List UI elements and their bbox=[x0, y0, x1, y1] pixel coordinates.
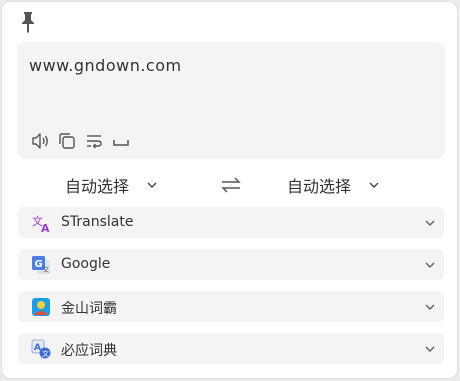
chevron-down-icon[interactable] bbox=[424, 217, 436, 229]
target-language-label: 自动选择 bbox=[287, 177, 352, 196]
space-icon[interactable] bbox=[111, 131, 131, 151]
svg-text:A: A bbox=[41, 222, 50, 233]
pin-icon[interactable] bbox=[19, 11, 37, 33]
svg-text:G: G bbox=[35, 259, 43, 270]
google-translate-logo-icon: G 文 bbox=[32, 256, 50, 274]
copy-icon[interactable] bbox=[57, 131, 77, 151]
chevron-down-icon[interactable] bbox=[424, 259, 436, 271]
source-language-label: 自动选择 bbox=[65, 177, 130, 196]
service-google[interactable]: G 文 Google bbox=[18, 249, 444, 280]
bing-dict-logo-icon: A 文 bbox=[31, 339, 51, 359]
source-text-area[interactable]: www.gndown.com bbox=[17, 42, 445, 159]
chevron-down-icon bbox=[369, 182, 379, 188]
target-language-select[interactable]: 自动选择 bbox=[287, 172, 381, 198]
stranslate-logo-icon: 文 A bbox=[32, 214, 50, 233]
service-kingsoft[interactable]: 金山词霸 bbox=[18, 291, 444, 322]
source-text[interactable]: www.gndown.com bbox=[29, 56, 182, 75]
svg-text:文: 文 bbox=[42, 349, 49, 358]
service-name: 金山词霸 bbox=[61, 301, 117, 317]
language-selector-row: 自动选择 自动选择 bbox=[2, 172, 459, 198]
speaker-icon[interactable] bbox=[30, 131, 50, 151]
service-stranslate[interactable]: 文 A STranslate bbox=[18, 207, 444, 238]
service-name: STranslate bbox=[61, 214, 134, 230]
chevron-down-icon bbox=[147, 182, 157, 188]
swap-languages-icon[interactable] bbox=[220, 175, 242, 195]
service-bing-dict[interactable]: A 文 必应词典 bbox=[18, 333, 444, 364]
svg-text:文: 文 bbox=[43, 266, 49, 274]
kingsoft-logo-icon bbox=[32, 298, 50, 316]
chevron-down-icon[interactable] bbox=[424, 301, 436, 313]
chevron-down-icon[interactable] bbox=[424, 343, 436, 355]
translator-window: www.gndown.com 自动选择 自动选择 文 A STranslate … bbox=[1, 1, 458, 379]
service-name: 必应词典 bbox=[61, 343, 117, 359]
service-name: Google bbox=[61, 256, 111, 272]
wrap-icon[interactable] bbox=[84, 131, 104, 151]
source-language-select[interactable]: 自动选择 bbox=[65, 172, 159, 198]
